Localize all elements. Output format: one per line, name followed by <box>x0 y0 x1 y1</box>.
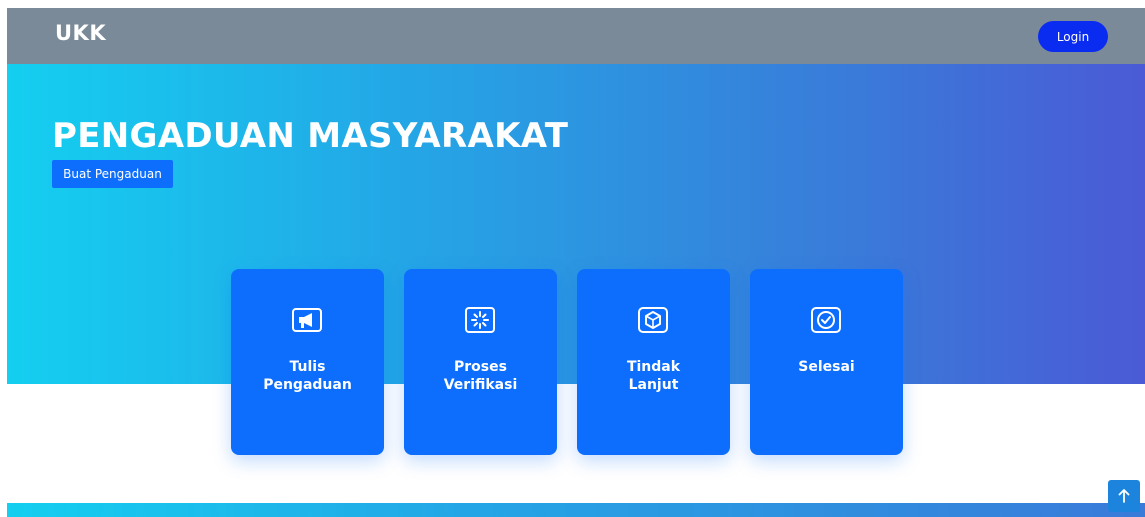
megaphone-icon <box>290 307 324 333</box>
arrow-up-icon <box>1118 489 1130 503</box>
footer-strip <box>7 503 1145 517</box>
card-label: Selesai <box>798 359 855 375</box>
check-circle-icon <box>809 307 843 333</box>
card-selesai[interactable]: Selesai <box>750 269 903 455</box>
back-to-top-button[interactable] <box>1108 480 1140 512</box>
create-complaint-button[interactable]: Buat Pengaduan <box>52 160 173 188</box>
card-proses-verifikasi[interactable]: Proses Verifikasi <box>404 269 557 455</box>
cube-icon <box>636 307 670 333</box>
hero-title: PENGADUAN MASYARAKAT <box>52 116 569 156</box>
login-button[interactable]: Login <box>1038 21 1108 52</box>
brand-logo[interactable]: UKK <box>55 21 106 45</box>
card-label: Proses Verifikasi <box>443 359 518 393</box>
loader-icon <box>463 307 497 333</box>
card-tulis-pengaduan[interactable]: Tulis Pengaduan <box>231 269 384 455</box>
hero-section: PENGADUAN MASYARAKAT Buat Pengaduan <box>7 64 1145 384</box>
card-label: Tindak Lanjut <box>626 359 681 393</box>
card-tindak-lanjut[interactable]: Tindak Lanjut <box>577 269 730 455</box>
card-label: Tulis Pengaduan <box>263 359 352 393</box>
navbar: UKK Login <box>7 8 1145 64</box>
